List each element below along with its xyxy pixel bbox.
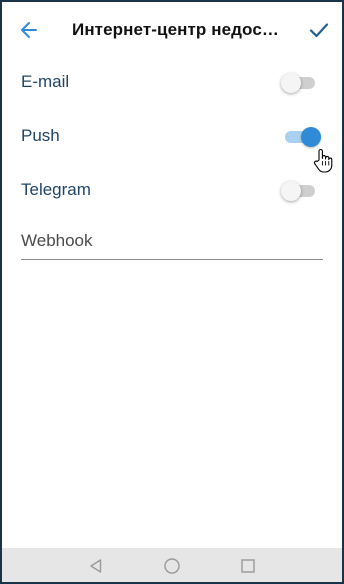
channel-label-email: E-mail (21, 72, 70, 91)
save-button[interactable] (303, 14, 335, 46)
nav-recent-button[interactable] (238, 556, 258, 576)
triangle-back-icon (90, 559, 102, 573)
email-toggle[interactable] (281, 72, 321, 94)
page-title: Интернет-центр недос… (72, 20, 279, 39)
arrow-left-icon (21, 22, 37, 38)
check-icon (309, 23, 329, 38)
nav-back-button[interactable] (86, 556, 106, 576)
toggle-thumb (301, 127, 321, 147)
channel-label-push: Push (21, 126, 60, 145)
app-bar: Интернет-центр недос… (2, 2, 342, 58)
telegram-toggle[interactable] (281, 180, 321, 202)
webhook-input[interactable] (21, 228, 323, 260)
push-toggle[interactable] (281, 126, 321, 148)
channel-row-push[interactable]: Push (2, 114, 342, 160)
back-button[interactable] (13, 14, 45, 46)
square-recent-icon (241, 559, 255, 573)
phone-screen: Интернет-центр недос… E-mail Push Telegr… (0, 0, 344, 584)
channel-row-telegram[interactable]: Telegram (2, 168, 342, 214)
hand-pointer-icon (313, 149, 333, 173)
nav-home-button[interactable] (162, 556, 182, 576)
toggle-thumb (281, 73, 301, 93)
toggle-thumb (281, 181, 301, 201)
channel-row-email[interactable]: E-mail (2, 60, 342, 106)
circle-home-icon (164, 558, 180, 574)
system-nav-bar (2, 548, 342, 582)
channel-label-telegram: Telegram (21, 180, 91, 199)
